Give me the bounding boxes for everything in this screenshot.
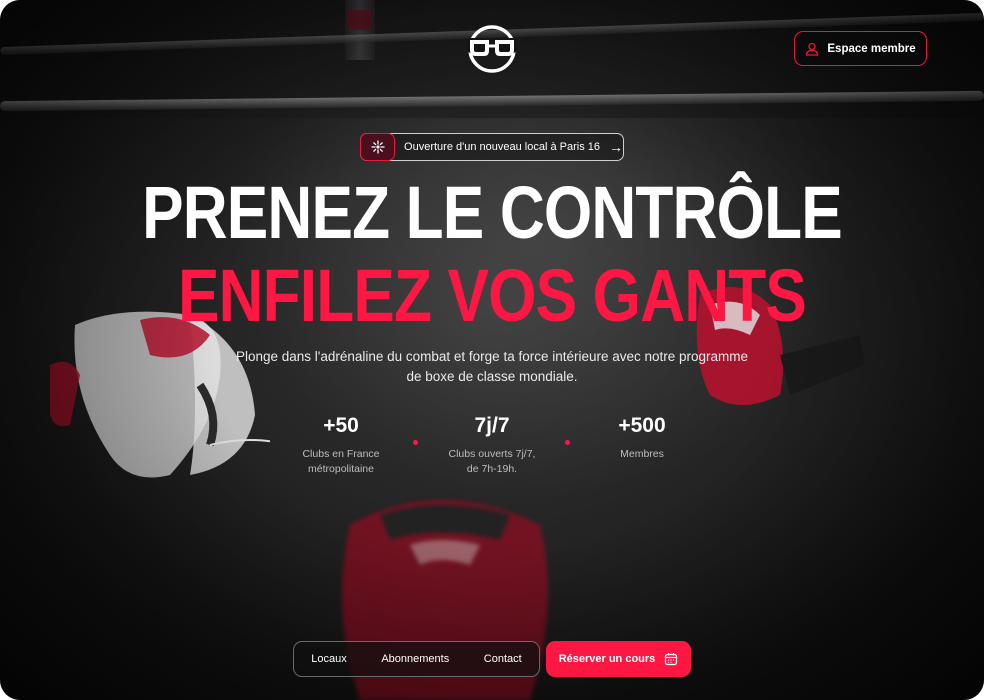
stat-label: Clubs en France métropolitaine [302,448,380,475]
nav-item-contact[interactable]: Contact [484,653,522,665]
announcement-pill[interactable]: Ouverture d'un nouveau local à Paris 16 … [360,132,624,161]
member-area-label: Espace membre [827,42,916,55]
nav-item-locaux[interactable]: Locaux [311,653,346,665]
stat-members: +500 Membres [572,414,712,462]
stat-value: +50 [323,414,359,437]
hero-subtitle: Plonge dans l'adrénaline du combat et fo… [235,349,749,384]
book-class-label: Réserver un cours [558,653,656,665]
calendar-icon [665,653,678,666]
stat-label: Membres [620,448,664,460]
nav-item-abonnements[interactable]: Abonnements [381,653,449,665]
stat-separator-dot [565,440,570,445]
book-class-button[interactable]: Réserver un cours [546,641,691,677]
member-area-button[interactable]: Espace membre [794,31,927,66]
stat-label: Clubs ouverts 7j/7, de 7h-19h. [448,448,536,475]
stat-value: +500 [618,414,666,437]
bottom-nav: Locaux Abonnements Contact [293,641,540,677]
stat-value: 7j/7 [474,414,510,437]
announcement-text: Ouverture d'un nouveau local à Paris 16 [404,141,600,153]
stat-opening: 7j/7 Clubs ouverts 7j/7, de 7h-19h. [422,414,562,477]
sparkle-icon [360,132,396,161]
arrow-right-icon: → [609,139,623,155]
stat-separator-dot [413,440,418,445]
user-icon [806,42,819,56]
hero-section: Espace membre Ouverture d'un nouveau loc… [0,0,984,700]
hero-title-line1: PRENEZ LE CONTRÔLE [142,171,843,254]
hero-title-line2: ENFILEZ VOS GANTS [177,254,807,337]
stat-clubs: +50 Clubs en France métropolitaine [271,414,411,477]
boxing-headgear-logo-icon[interactable] [466,24,518,74]
